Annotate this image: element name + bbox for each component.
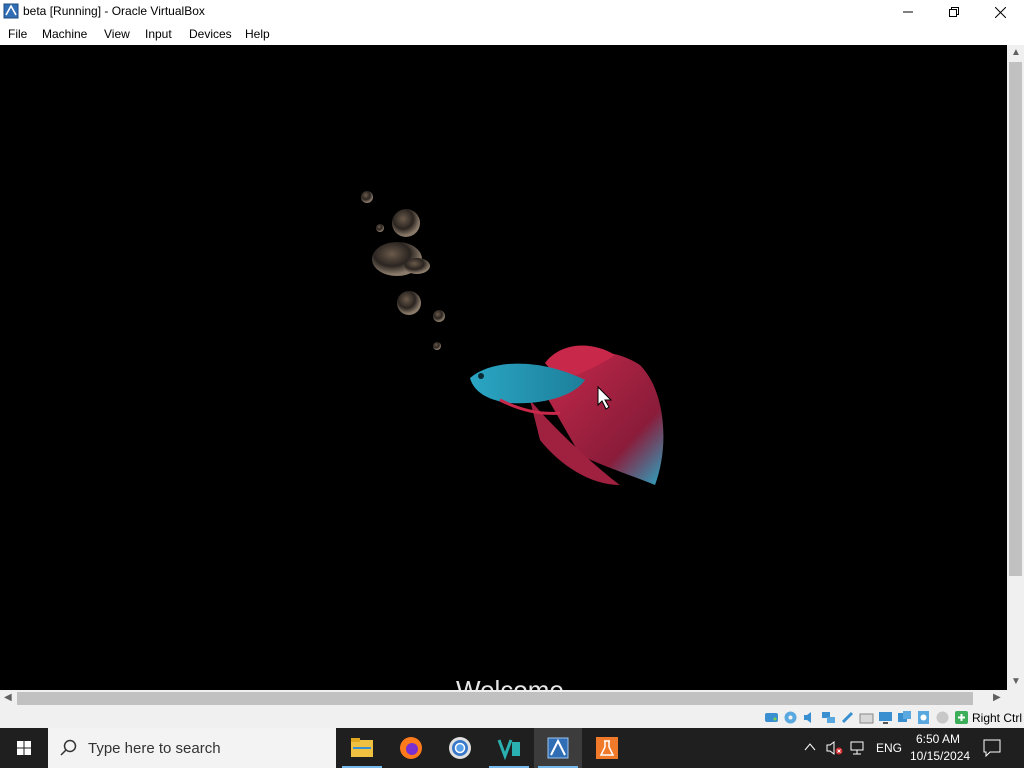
search-placeholder: Type here to search — [88, 740, 221, 757]
menu-devices[interactable]: Devices — [189, 27, 232, 41]
scroll-left-icon[interactable]: ◀ — [4, 693, 12, 703]
welcome-text: Welcome — [456, 675, 564, 690]
close-icon — [994, 6, 1006, 18]
firefox-icon — [400, 737, 422, 759]
optical-disk-icon[interactable] — [783, 710, 798, 725]
close-button[interactable] — [977, 0, 1023, 24]
network-icon[interactable] — [821, 710, 836, 725]
scroll-right-icon[interactable]: ▶ — [993, 693, 1001, 703]
scroll-up-icon[interactable]: ▲ — [1011, 48, 1021, 58]
usb-icon[interactable] — [840, 710, 855, 725]
volume-muted-icon[interactable] — [826, 740, 844, 756]
show-hidden-icons-chevron-icon[interactable] — [804, 742, 816, 752]
menu-view[interactable]: View — [104, 27, 130, 41]
menu-file[interactable]: File — [8, 27, 27, 41]
vertical-scrollbar[interactable]: ▲ ▼ — [1007, 45, 1024, 690]
search-icon — [60, 739, 77, 756]
window-title: beta [Running] - Oracle VirtualBox — [23, 4, 205, 18]
recording-icon[interactable] — [916, 710, 931, 725]
bubbles — [361, 191, 445, 350]
taskbar: Type here to search ENG 6:50 AM 10/15/20… — [0, 728, 1024, 768]
vm-display[interactable]: Welcome — [0, 45, 1007, 690]
host-key-label: Right Ctrl — [972, 711, 1023, 725]
clock-date[interactable]: 10/15/2024 — [910, 749, 970, 763]
scroll-down-icon[interactable]: ▼ — [1011, 677, 1021, 687]
betta-fish-wallpaper — [361, 191, 664, 485]
taskbar-firefox[interactable] — [387, 728, 435, 768]
action-center-icon[interactable] — [983, 739, 1001, 757]
visual-studio-icon — [497, 739, 520, 761]
taskbar-file-explorer[interactable] — [338, 728, 386, 768]
menu-help[interactable]: Help — [245, 27, 270, 41]
virtualbox-icon — [547, 737, 569, 759]
shared-folders-icon[interactable] — [859, 710, 874, 725]
betta-fish — [470, 345, 664, 485]
title-bar: beta [Running] - Oracle VirtualBox — [0, 0, 1024, 24]
network-status-icon[interactable] — [850, 740, 868, 756]
menu-bar: File Machine View Input Devices Help — [0, 24, 1024, 45]
cpu-icon[interactable] — [935, 710, 950, 725]
audio-icon[interactable] — [802, 710, 817, 725]
clock-time[interactable]: 6:50 AM — [916, 732, 960, 746]
scrollbar-corner — [1007, 690, 1024, 707]
mouse-integration-icon[interactable] — [954, 710, 969, 725]
file-explorer-icon — [351, 738, 373, 757]
taskbar-lab-app[interactable] — [583, 728, 631, 768]
taskbar-visual-studio[interactable] — [485, 728, 533, 768]
display-icon[interactable] — [878, 710, 893, 725]
virtualbox-app-icon — [3, 3, 19, 19]
vertical-scroll-thumb[interactable] — [1009, 62, 1022, 576]
lab-flask-icon — [596, 737, 618, 759]
horizontal-scroll-thumb[interactable] — [17, 692, 973, 705]
start-button[interactable] — [0, 728, 48, 768]
minimize-button[interactable] — [885, 0, 931, 24]
taskbar-chrome[interactable] — [436, 728, 484, 768]
menu-input[interactable]: Input — [145, 27, 172, 41]
windows-logo-icon — [17, 741, 31, 755]
chrome-icon — [449, 737, 471, 759]
minimize-icon — [903, 11, 913, 13]
hard-disk-icon[interactable] — [764, 710, 779, 725]
taskbar-virtualbox[interactable] — [534, 728, 582, 768]
menu-machine[interactable]: Machine — [42, 27, 87, 41]
input-language-indicator[interactable]: ENG — [876, 741, 902, 755]
horizontal-scrollbar[interactable]: ◀ ▶ — [0, 690, 1007, 707]
video-capture-icon[interactable] — [897, 710, 912, 725]
restore-button[interactable] — [931, 0, 977, 24]
taskbar-search-box[interactable]: Type here to search — [48, 728, 336, 768]
status-bar: Right Ctrl — [0, 707, 1024, 728]
restore-icon — [949, 7, 959, 17]
